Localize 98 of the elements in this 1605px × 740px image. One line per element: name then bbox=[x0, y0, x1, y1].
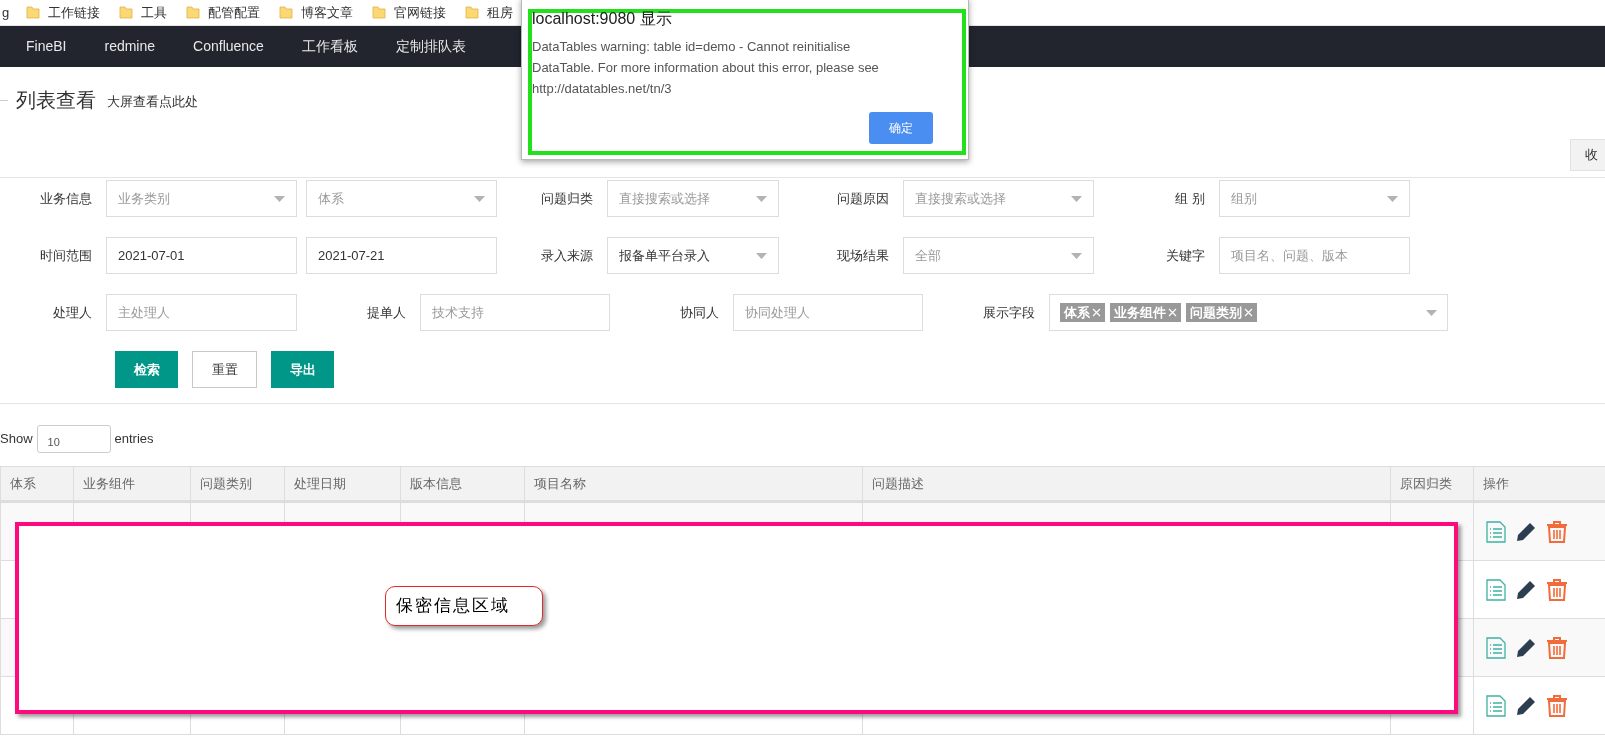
column-header[interactable]: 操作 bbox=[1474, 467, 1605, 500]
bookmark-folder[interactable]: 租房 bbox=[463, 2, 516, 23]
page-title: 列表查看 bbox=[16, 88, 96, 113]
bookmark-folder[interactable]: 工具 bbox=[117, 2, 170, 23]
form-button[interactable]: 导出 bbox=[271, 351, 334, 388]
form-button[interactable]: 重置 bbox=[192, 351, 257, 388]
column-header[interactable]: 问题类别 bbox=[191, 467, 285, 500]
input-field[interactable]: 2021-07-21 bbox=[306, 237, 497, 274]
field-label: 现场结果 bbox=[837, 246, 889, 265]
remove-icon[interactable] bbox=[1244, 308, 1253, 317]
nav-link[interactable]: Confluence bbox=[193, 36, 264, 57]
field-label: 组 别 bbox=[1175, 189, 1205, 208]
caret-icon bbox=[474, 195, 485, 202]
remove-icon[interactable] bbox=[1168, 308, 1177, 317]
dialog-title: localhost:9080 显示 bbox=[532, 9, 673, 29]
list-document-icon[interactable] bbox=[1486, 578, 1506, 601]
field-label: 提单人 bbox=[367, 303, 406, 322]
select-field[interactable]: 体系 bbox=[306, 180, 497, 217]
bookmark[interactable]: g bbox=[0, 2, 10, 23]
list-document-icon[interactable] bbox=[1486, 694, 1506, 717]
input-field[interactable]: 项目名、问题、版本 bbox=[1219, 237, 1410, 274]
column-header[interactable]: 业务组件 bbox=[74, 467, 191, 500]
field-label: 问题归类 bbox=[541, 189, 593, 208]
select-field[interactable]: 报备单平台录入 bbox=[607, 237, 779, 274]
bookmark-folder[interactable]: 配管配置 bbox=[184, 2, 263, 23]
pencil-icon[interactable] bbox=[1516, 521, 1536, 542]
folder-icon bbox=[465, 6, 480, 19]
field-label: 问题原因 bbox=[837, 189, 889, 208]
tag-label: 体系 bbox=[1064, 303, 1090, 322]
select-field[interactable]: 直接搜索或选择 bbox=[607, 180, 779, 217]
field-label: 展示字段 bbox=[983, 303, 1035, 322]
input-field[interactable]: 主处理人 bbox=[106, 294, 297, 331]
tag-label: 业务组件 bbox=[1114, 303, 1166, 322]
caret-icon bbox=[756, 252, 767, 259]
select-placeholder: 体系 bbox=[318, 189, 344, 208]
caret-icon bbox=[756, 195, 767, 202]
ok-button[interactable]: 确定 bbox=[869, 112, 933, 144]
field-label: 时间范围 bbox=[40, 246, 92, 265]
entries-label: entries bbox=[114, 429, 154, 448]
field-label: 处理人 bbox=[53, 303, 92, 322]
folder-icon bbox=[279, 6, 294, 19]
folder-icon bbox=[119, 6, 134, 19]
column-header[interactable]: 体系 bbox=[1, 467, 74, 500]
caret-icon bbox=[1426, 309, 1437, 316]
caret-icon bbox=[1071, 252, 1082, 259]
trash-icon[interactable] bbox=[1546, 636, 1568, 659]
field-label: 协同人 bbox=[680, 303, 719, 322]
caret-icon bbox=[274, 195, 285, 202]
trash-icon[interactable] bbox=[1546, 578, 1568, 601]
bookmark-folder[interactable]: 博客文章 bbox=[277, 2, 356, 23]
field-label: 业务信息 bbox=[40, 189, 92, 208]
bookmark-folder[interactable]: 工作链接 bbox=[24, 2, 103, 23]
folder-icon bbox=[372, 6, 387, 19]
select-value: 报备单平台录入 bbox=[619, 246, 710, 265]
select-placeholder: 业务类别 bbox=[118, 189, 170, 208]
select-field[interactable]: 组别 bbox=[1219, 180, 1410, 217]
nav-link[interactable]: 工作看板 bbox=[301, 36, 358, 57]
select-placeholder: 直接搜索或选择 bbox=[619, 189, 710, 208]
select-placeholder: 组别 bbox=[1231, 189, 1257, 208]
caret-icon bbox=[1071, 195, 1082, 202]
folder-icon bbox=[186, 6, 201, 19]
collapse-button[interactable]: 收 bbox=[1570, 139, 1605, 171]
folder-icon bbox=[26, 6, 41, 19]
pencil-icon[interactable] bbox=[1516, 579, 1536, 600]
select-placeholder: 全部 bbox=[915, 246, 941, 265]
column-header[interactable]: 版本信息 bbox=[401, 467, 525, 500]
input-field[interactable]: 2021-07-01 bbox=[106, 237, 297, 274]
dashboard-link[interactable]: 大屏查看点此处 bbox=[107, 91, 198, 112]
bookmark-folder[interactable]: 官网链接 bbox=[370, 2, 449, 23]
caret-icon bbox=[1387, 195, 1398, 202]
trash-icon[interactable] bbox=[1546, 694, 1568, 717]
tag-label: 问题类别 bbox=[1190, 303, 1242, 322]
input-field[interactable]: 技术支持 bbox=[420, 294, 610, 331]
column-header[interactable]: 原因归类 bbox=[1391, 467, 1474, 500]
field-label: 录入来源 bbox=[541, 246, 593, 265]
redaction-callout: 保密信息区域 bbox=[385, 586, 543, 626]
field-label: 关键字 bbox=[1166, 246, 1205, 265]
column-header[interactable]: 问题描述 bbox=[863, 467, 1391, 500]
column-header[interactable]: 项目名称 bbox=[525, 467, 863, 500]
select-placeholder: 直接搜索或选择 bbox=[915, 189, 1006, 208]
column-header[interactable]: 处理日期 bbox=[285, 467, 401, 500]
nav-link[interactable]: redmine bbox=[104, 36, 156, 57]
list-document-icon[interactable] bbox=[1486, 636, 1506, 659]
nav-link[interactable]: 定制排队表 bbox=[395, 36, 466, 57]
list-document-icon[interactable] bbox=[1486, 520, 1506, 543]
select-field[interactable]: 全部 bbox=[903, 237, 1094, 274]
pencil-icon[interactable] bbox=[1516, 695, 1536, 716]
dialog-message: DataTables warning: table id=demo - Cannot reinitialise DataTable. For more information about this error, please see http://datatables.net/tn/3 bbox=[532, 38, 880, 98]
select-field[interactable]: 直接搜索或选择 bbox=[903, 180, 1094, 217]
page-size-field[interactable]: 10 bbox=[36, 424, 111, 453]
nav-link[interactable]: FineBI bbox=[26, 36, 67, 57]
pencil-icon[interactable] bbox=[1516, 637, 1536, 658]
trash-icon[interactable] bbox=[1546, 520, 1568, 543]
remove-icon[interactable] bbox=[1092, 308, 1101, 317]
form-button[interactable]: 检索 bbox=[115, 351, 178, 388]
input-field[interactable]: 协同处理人 bbox=[733, 294, 923, 331]
select-field[interactable]: 业务类别 bbox=[106, 180, 297, 217]
show-label: Show bbox=[0, 429, 33, 448]
